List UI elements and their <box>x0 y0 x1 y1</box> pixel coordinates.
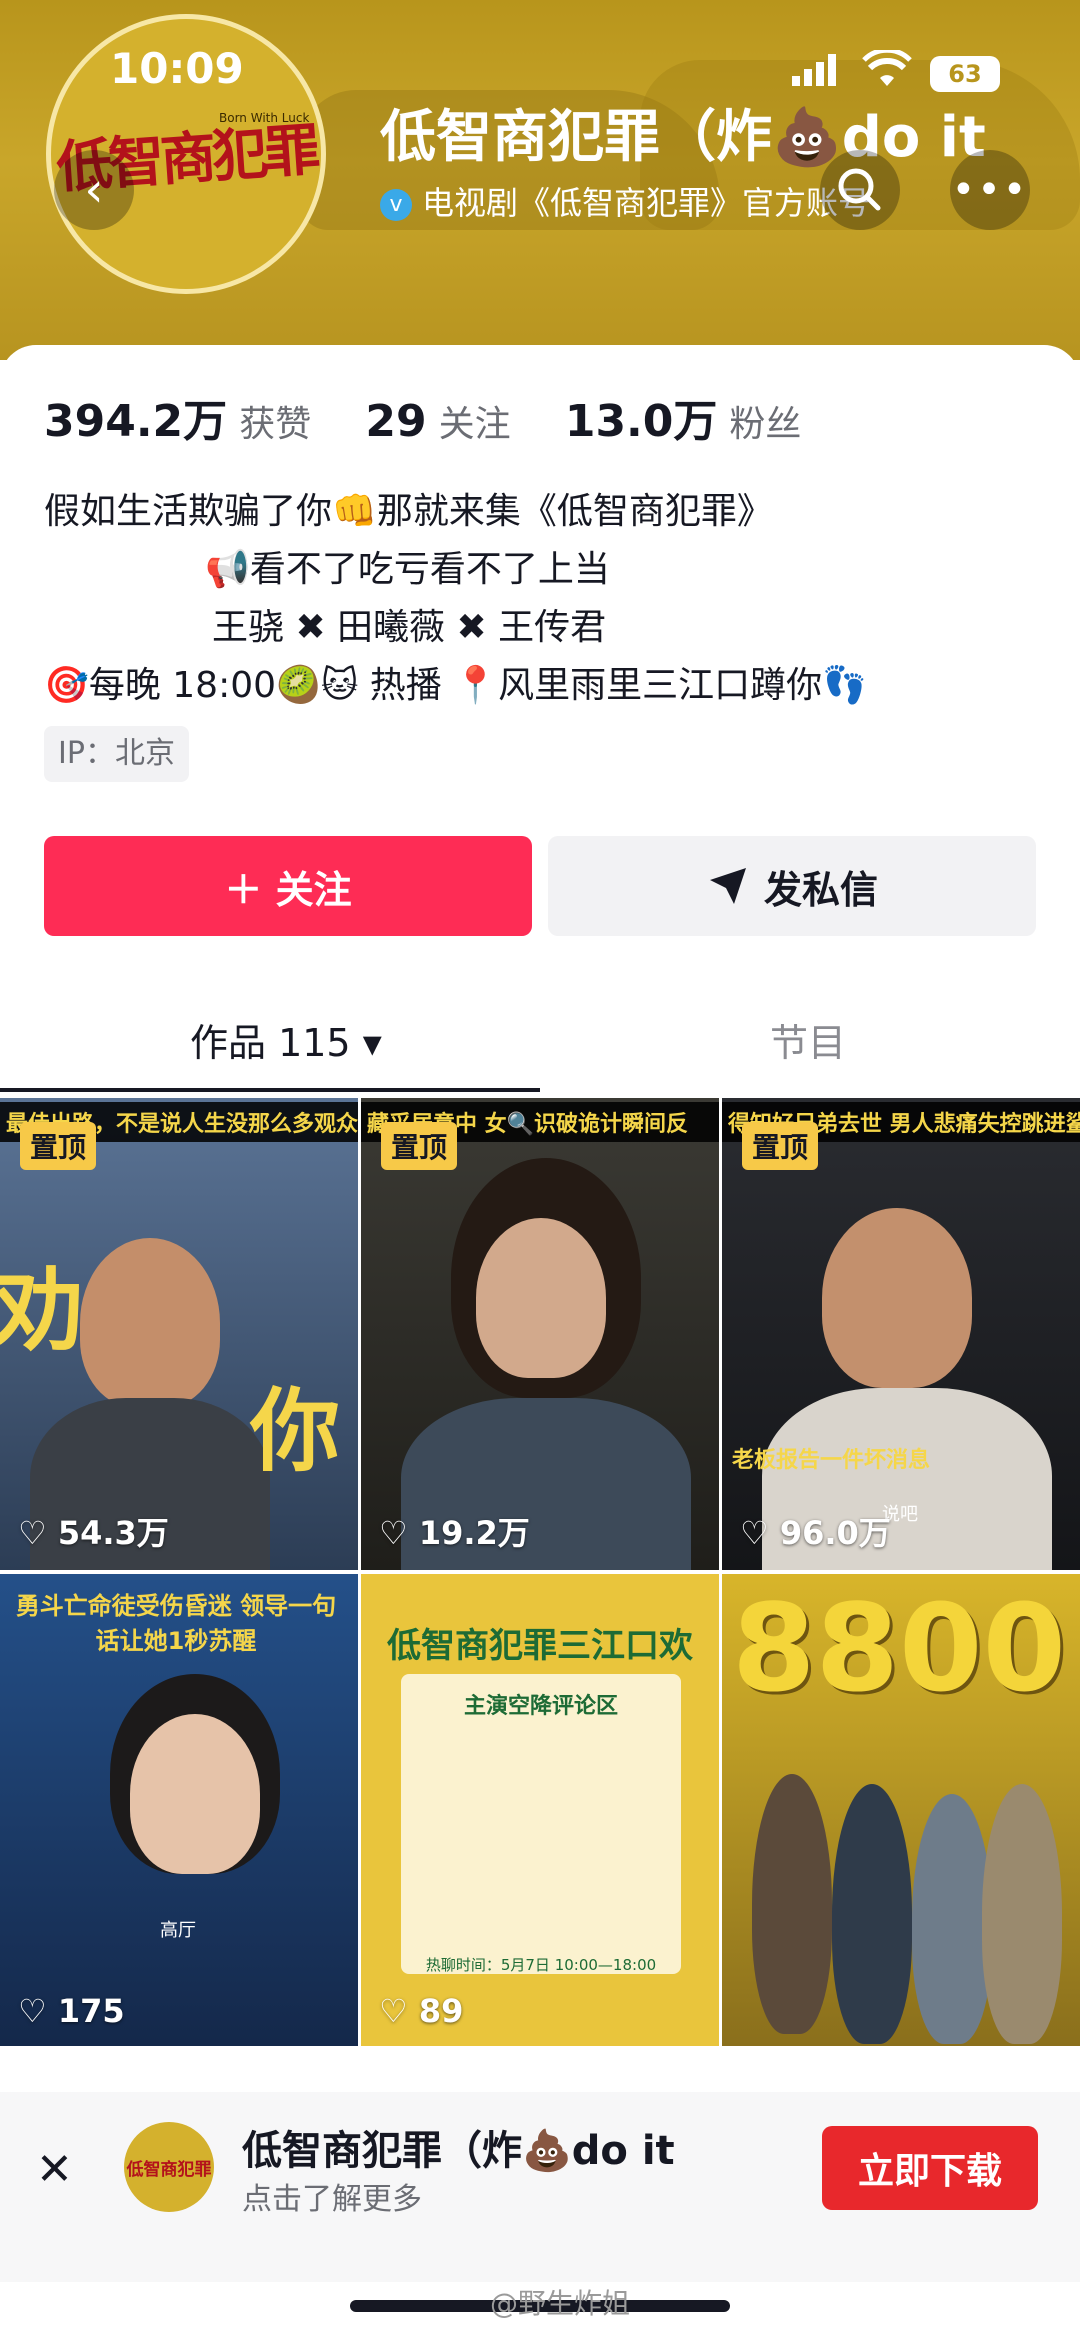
stats-row: 394.2万 获赞 29 关注 13.0万 粉丝 <box>44 385 801 449</box>
video-tile-2[interactable]: 藏采居意中 女🔍识破诡计瞬间反 置顶 ♡ 19.2万 <box>361 1098 719 1570</box>
banner-subtitle: 点击了解更多 <box>242 2182 422 2217</box>
follow-button[interactable]: ＋ 关注 <box>44 836 532 936</box>
more-dots-icon: ••• <box>951 167 1029 213</box>
tile-figure <box>476 1218 606 1378</box>
tab-works[interactable]: 作品 115 ▾ <box>190 1012 382 1067</box>
tile-figure-4 <box>982 1784 1062 2044</box>
tile-figure-3 <box>912 1794 992 2044</box>
signal-icon <box>790 52 840 92</box>
tile-big-char: 劝 <box>0 1259 84 1364</box>
status-time: 10:09 <box>110 44 244 93</box>
stat-followers[interactable]: 13.0万 粉丝 <box>565 396 802 447</box>
back-button[interactable]: ‹ <box>54 150 134 230</box>
heart-icon: ♡ <box>379 1992 408 2030</box>
close-icon[interactable]: ✕ <box>36 2144 73 2195</box>
banner-avatar: 低智商犯罪 <box>124 2122 214 2212</box>
more-button[interactable]: ••• <box>950 150 1030 230</box>
bio-line-2: 📢看不了吃亏看不了上当 <box>205 549 610 590</box>
battery-indicator: 63 <box>930 56 1000 92</box>
heart-icon: ♡ <box>379 1514 408 1552</box>
tile-figure <box>130 1714 260 1874</box>
tile-likes: ♡ 96.0万 <box>740 1514 891 1552</box>
heart-icon: ♡ <box>18 1992 47 2030</box>
ip-location-tag: IP：北京 <box>44 726 189 782</box>
banner-logo-text: 低智商犯罪 <box>126 2159 212 2180</box>
bio-line-3: 王骁 ✖ 田曦薇 ✖ 王传君 <box>212 607 607 648</box>
video-tile-6[interactable]: 8800 <box>722 1574 1080 2046</box>
pinned-badge: 置顶 <box>381 1122 458 1170</box>
tile-likes: ♡ 54.3万 <box>18 1514 169 1552</box>
tile-caption: 8800 <box>732 1580 1066 1719</box>
tile-likes: ♡ 89 <box>379 1992 464 2030</box>
stat-following[interactable]: 29 关注 <box>365 396 510 447</box>
verify-text: 电视剧《低智商犯罪》官方账号 <box>422 184 871 222</box>
send-icon <box>709 868 746 904</box>
tab-shows[interactable]: 节目 <box>770 1012 846 1067</box>
pinned-badge: 置顶 <box>742 1122 819 1170</box>
logo-subtitle: Born With Luck <box>219 111 310 125</box>
poster-time: 热聊时间：5月7日 10:00—18:00 <box>425 1956 657 1974</box>
stat-likes[interactable]: 394.2万 获赞 <box>44 396 311 447</box>
tile-likes: ♡ 19.2万 <box>379 1514 530 1552</box>
pinned-badge: 置顶 <box>20 1122 97 1170</box>
banner-title: 低智商犯罪（炸💩do it <box>242 2128 675 2174</box>
video-tile-5[interactable]: 低智商犯罪三江口欢乐局 主演空降评论区 热聊时间：5月7日 10:00—18:0… <box>361 1574 719 2046</box>
tile-big-char-2: 你 <box>250 1379 340 1484</box>
tile-figure-2 <box>832 1784 912 2044</box>
tile-likes: ♡ 175 <box>18 1992 125 2030</box>
tile-figure <box>80 1238 220 1408</box>
verification-line: v 电视剧《低智商犯罪》官方账号 <box>380 178 870 224</box>
tile-subtitle: 老板报告一件坏消息 <box>732 1448 931 1473</box>
heart-icon: ♡ <box>18 1514 47 1552</box>
download-button[interactable]: 立即下载 <box>822 2126 1038 2210</box>
bio-line-1: 假如生活欺骗了你👊那就来集《低智商犯罪》 <box>44 491 773 532</box>
search-icon <box>838 168 881 211</box>
bio-line-4: 🎯每晚 18:00🥝🐱 热播 📍风里雨里三江口蹲你👣 <box>44 665 867 706</box>
video-tile-4[interactable]: 勇斗亡命徒受伤昏迷 领导一句话让她1秒苏醒 高厅 ♡ 175 <box>0 1574 358 2046</box>
verified-badge-icon: v <box>380 189 412 221</box>
tile-figure <box>822 1208 972 1388</box>
tile-figure <box>752 1774 832 2034</box>
tab-indicator <box>0 1088 540 1092</box>
video-tile-1[interactable]: 最佳出路，不是说人生没那么多观众的么 劝 你 置顶 ♡ 54.3万 <box>0 1098 358 1570</box>
search-button[interactable] <box>820 150 900 230</box>
watermark: @野生炸姐 <box>490 2287 631 2320</box>
wifi-icon <box>862 47 912 94</box>
video-tile-3[interactable]: 得知好兄弟去世 男人悲痛失控跳进鲨鱼 老板报告一件坏消息 说吧 置顶 ♡ 96.… <box>722 1098 1080 1570</box>
chevron-left-icon: ‹ <box>84 162 104 218</box>
heart-icon: ♡ <box>740 1514 769 1552</box>
message-button[interactable]: 发私信 <box>548 836 1036 936</box>
tile-subtitle: 高厅 <box>160 1920 196 1941</box>
tile-caption: 勇斗亡命徒受伤昏迷 领导一句话让她1秒苏醒 <box>15 1592 337 1655</box>
poster-heading: 主演空降评论区 <box>463 1694 618 1719</box>
message-label: 发私信 <box>763 867 878 912</box>
